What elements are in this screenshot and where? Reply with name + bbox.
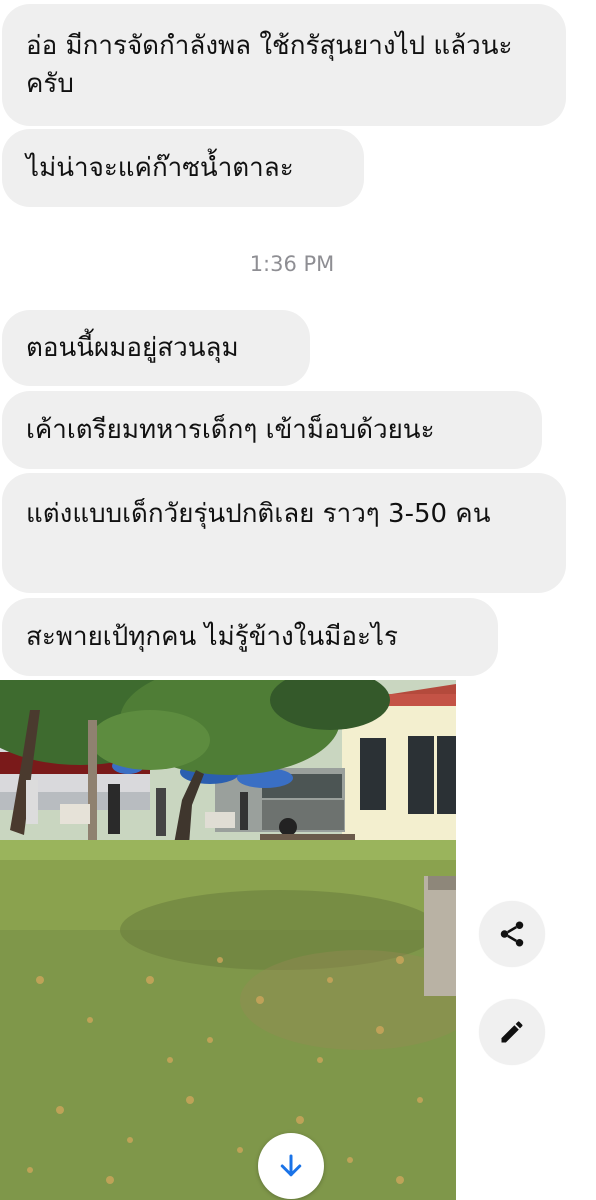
message-text: แต่งแบบเด็กวัยรุ่นปกติเลย ราวๆ 3-50 คน [26,499,491,529]
share-icon [500,921,524,947]
park-photo [0,680,456,1200]
message-bubble[interactable]: ตอนนี้ผมอยู่สวนลุม [2,310,310,386]
pencil-icon [501,1021,523,1043]
message-text: ตอนนี้ผมอยู่สวนลุม [26,333,239,363]
message-text: ไม่น่าจะแค่ก๊าซน้ำตาละ [26,153,294,183]
share-button[interactable] [479,901,545,967]
message-bubble[interactable]: สะพายเป้ทุกคน ไม่รู้ข้างในมีอะไร [2,598,498,676]
message-text: อ่อ มีการจัดกำลังพล ใช้กรัสุนยางไป แล้วน… [26,31,513,99]
edit-button[interactable] [479,999,545,1065]
message-text: สะพายเป้ทุกคน ไม่รู้ข้างในมีอะไร [26,622,398,652]
message-timestamp: 1:36 PM [249,252,335,276]
chat-thread: อ่อ มีการจัดกำลังพล ใช้กรัสุนยางไป แล้วน… [0,0,596,1200]
message-bubble[interactable]: เค้าเตรียมทหารเด็กๆ เข้าม็อบด้วยนะ [2,391,542,469]
message-text: เค้าเตรียมทหารเด็กๆ เข้าม็อบด้วยนะ [26,415,435,445]
scroll-to-bottom-button[interactable] [258,1133,324,1199]
arrow-down-icon [280,1154,302,1177]
message-bubble[interactable]: อ่อ มีการจัดกำลังพล ใช้กรัสุนยางไป แล้วน… [2,4,566,126]
photo-message[interactable] [0,680,456,1200]
message-bubble[interactable]: ไม่น่าจะแค่ก๊าซน้ำตาละ [2,129,364,207]
message-bubble[interactable]: แต่งแบบเด็กวัยรุ่นปกติเลย ราวๆ 3-50 คน [2,473,566,593]
